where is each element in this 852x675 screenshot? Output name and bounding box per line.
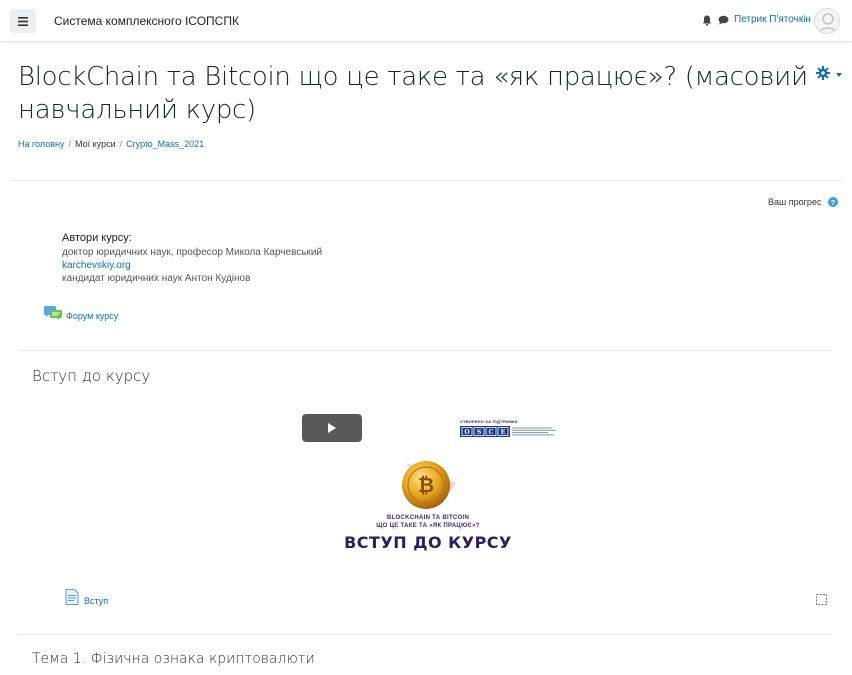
top-navbar: Система комплексного ІСОПСПК Петрик П'ят… — [0, 0, 852, 42]
divider — [10, 180, 842, 181]
avatar[interactable] — [814, 8, 840, 34]
video-line-1: BLOCKCHAIN ТА BITCOIN — [386, 515, 470, 521]
menu-icon[interactable] — [10, 9, 36, 33]
completion-checkbox[interactable] — [816, 594, 827, 605]
intro-activity-link[interactable]: Вступ — [84, 596, 108, 606]
author-1: доктор юридичних наук, професор Микола К… — [62, 247, 323, 258]
divider — [18, 634, 832, 635]
divider — [18, 350, 832, 351]
chat-icon[interactable] — [718, 15, 729, 25]
forum-link[interactable]: Форум курсу — [66, 311, 118, 321]
osce-subtitle-lines — [512, 427, 556, 436]
site-name[interactable]: Система комплексного ІСОПСПК — [54, 14, 239, 28]
video-play-button[interactable] — [302, 414, 362, 442]
breadcrumb-separator: / — [68, 139, 72, 149]
user-name[interactable]: Петрик П'яточкін — [734, 14, 811, 25]
author-website-link[interactable]: karchevskiy.org — [62, 260, 131, 271]
progress-label: Ваш прогрес — [768, 197, 822, 207]
video-headline: ВСТУП ДО КУРСУ — [344, 533, 512, 552]
gear-icon[interactable] — [816, 66, 830, 80]
page-icon[interactable] — [65, 589, 79, 605]
breadcrumb-home[interactable]: На головну — [18, 139, 65, 149]
authors-heading: Автори курсу: — [62, 232, 132, 244]
svg-text:?: ? — [831, 198, 836, 207]
osce-letter: O — [464, 429, 469, 436]
breadcrumb-separator: / — [119, 139, 123, 149]
bell-icon[interactable] — [702, 15, 712, 26]
osce-caption: СТВОРЕНО ЗА ПІДТРИМКИ — [460, 419, 518, 424]
section-title-topic-1: Тема 1. Фізична ознака криптовалюти — [32, 651, 315, 667]
video-line-2: ЩО ЦЕ ТАКЕ ТА «ЯК ПРАЦЮЄ»? — [376, 523, 480, 529]
osce-letter: S — [477, 429, 481, 436]
osce-logo: O S C E — [460, 426, 510, 437]
svg-text:₿: ₿ — [418, 473, 434, 497]
breadcrumb-my-courses[interactable]: Мої курси — [75, 139, 116, 149]
page-title: BlockChain та Bitcoin що це таке та «як … — [18, 62, 808, 125]
osce-letter: E — [501, 429, 506, 436]
play-icon — [328, 423, 336, 433]
bitcoin-coin-image: ₿ — [402, 461, 456, 509]
osce-letter: C — [489, 429, 494, 436]
chevron-down-icon[interactable] — [836, 73, 842, 77]
section-title-intro: Вступ до курсу — [32, 367, 151, 385]
help-icon[interactable]: ? — [828, 197, 838, 207]
breadcrumb-course[interactable]: Crypto_Mass_2021 — [126, 139, 204, 149]
forum-icon[interactable] — [44, 306, 62, 321]
breadcrumb: На головну / Мої курси / Crypto_Mass_2021 — [18, 139, 204, 149]
author-2: кандидат юридичних наук Антон Кудінов — [62, 273, 251, 284]
